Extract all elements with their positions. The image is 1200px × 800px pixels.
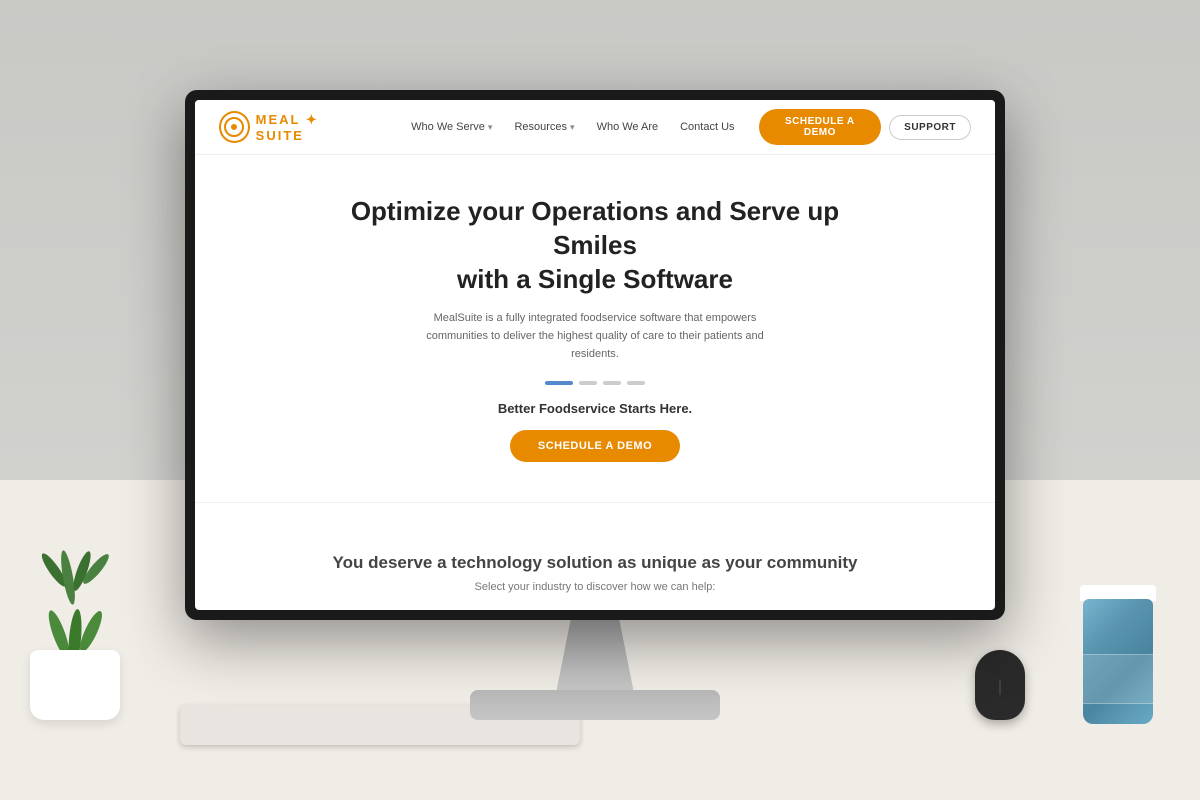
hero-tagline: Better Foodservice Starts Here. [498,401,692,416]
section-divider [195,502,995,503]
schedule-demo-button[interactable]: SCHEDULE A DEMO [759,109,882,145]
logo-text-suite-word: SUITE [256,128,304,143]
plant-pot [30,650,120,720]
lower-section-subtitle: Select your industry to discover how we … [215,581,975,593]
chevron-down-icon: ▾ [570,122,575,133]
logo-text: MEAL ✦ SUITE [256,112,367,143]
coffee-cup [1083,585,1158,725]
monitor-screen: MEAL ✦ SUITE Who We Serve ▾ Resources ▾ [195,100,995,610]
lower-section: You deserve a technology solution as uni… [195,523,995,603]
slider-dots [545,381,645,385]
slider-dot-4[interactable] [627,381,645,385]
nav-cta-area: SCHEDULE A DEMO SUPPORT [759,109,971,145]
logo-text-suite: ✦ [306,112,319,127]
slider-dot-3[interactable] [603,381,621,385]
slider-dot-2[interactable] [579,381,597,385]
nav-item-who-we-are[interactable]: Who We Are [589,117,667,137]
nav-item-contact-us[interactable]: Contact Us [672,117,742,137]
navbar: MEAL ✦ SUITE Who We Serve ▾ Resources ▾ [195,100,995,155]
logo-text-meal: MEAL [256,112,301,127]
logo-icon-inner [224,117,244,137]
hero-title: Optimize your Operations and Serve up Sm… [345,195,845,296]
nav-links: Who We Serve ▾ Resources ▾ Who We Are Co… [403,117,742,137]
hero-schedule-demo-button[interactable]: SCHEDULE A DEMO [510,430,680,462]
hero-subtitle: MealSuite is a fully integrated foodserv… [410,310,780,363]
logo-dot [231,124,237,130]
nav-item-who-we-serve[interactable]: Who We Serve ▾ [403,117,500,137]
slider-dot-1[interactable] [545,381,573,385]
support-button[interactable]: SUPPORT [889,115,971,140]
cup-sleeve [1083,654,1153,704]
mouse-scroll-wheel [1000,680,1001,695]
nav-item-resources[interactable]: Resources ▾ [506,117,582,137]
cup-body [1083,599,1153,724]
website: MEAL ✦ SUITE Who We Serve ▾ Resources ▾ [195,100,995,610]
plant-leaves [15,550,135,650]
mouse [975,650,1025,720]
logo-icon [219,111,250,143]
plant [0,550,150,720]
lower-section-title: You deserve a technology solution as uni… [215,553,975,573]
monitor: MEAL ✦ SUITE Who We Serve ▾ Resources ▾ [185,90,1005,620]
logo[interactable]: MEAL ✦ SUITE [219,111,367,143]
hero-section: Optimize your Operations and Serve up Sm… [195,155,995,482]
monitor-stand-base [470,690,720,720]
chevron-down-icon: ▾ [488,122,493,133]
